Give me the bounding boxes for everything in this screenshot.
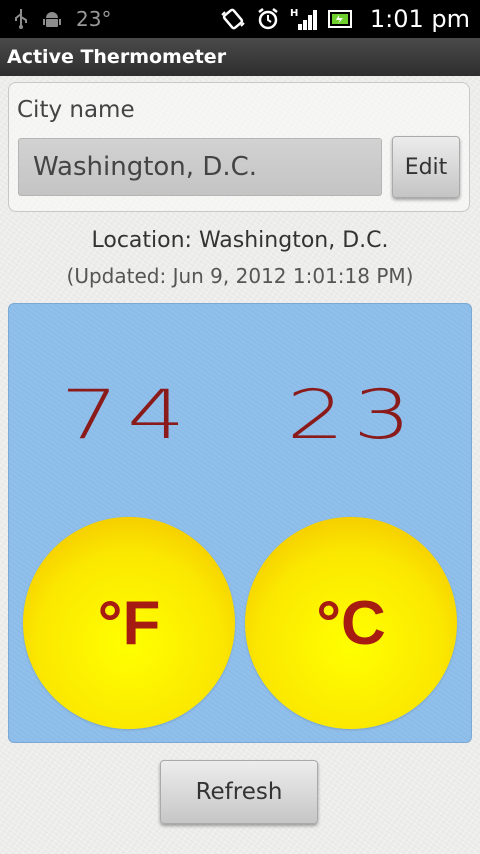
- alarm-icon: [256, 7, 280, 31]
- battery-icon: [327, 9, 354, 29]
- city-panel: City name Washington, D.C. Edit: [8, 82, 470, 212]
- app-title-bar: Active Thermometer: [0, 38, 480, 76]
- fahrenheit-unit-label: °F: [97, 588, 161, 658]
- status-right: H 1:01 pm: [220, 5, 480, 33]
- edit-button[interactable]: Edit: [392, 136, 460, 198]
- refresh-button[interactable]: Refresh: [160, 760, 318, 824]
- signal-icon: H: [290, 7, 318, 31]
- status-left: 23°: [0, 7, 111, 31]
- status-bar: 23° H 1:01 pm: [0, 0, 480, 38]
- status-temperature: 23°: [76, 7, 112, 31]
- celsius-button[interactable]: °C: [245, 517, 457, 729]
- fahrenheit-button[interactable]: °F: [23, 517, 235, 729]
- celsius-value: 23: [286, 376, 420, 455]
- location-text: Location: Washington, D.C.: [91, 228, 389, 253]
- app-title: Active Thermometer: [7, 46, 227, 68]
- celsius-unit-label: °C: [316, 588, 386, 658]
- android-debug-icon: [42, 9, 62, 29]
- updated-timestamp: (Updated: Jun 9, 2012 1:01:18 PM): [66, 264, 414, 288]
- vibrate-icon: [220, 7, 246, 31]
- usb-icon: [14, 8, 28, 30]
- city-name-field[interactable]: Washington, D.C.: [18, 138, 382, 196]
- city-name-label: City name: [17, 97, 135, 123]
- status-time: 1:01 pm: [369, 5, 470, 33]
- network-type-label: H: [290, 8, 298, 19]
- temperature-panel: 74 23 °F °C: [8, 303, 472, 743]
